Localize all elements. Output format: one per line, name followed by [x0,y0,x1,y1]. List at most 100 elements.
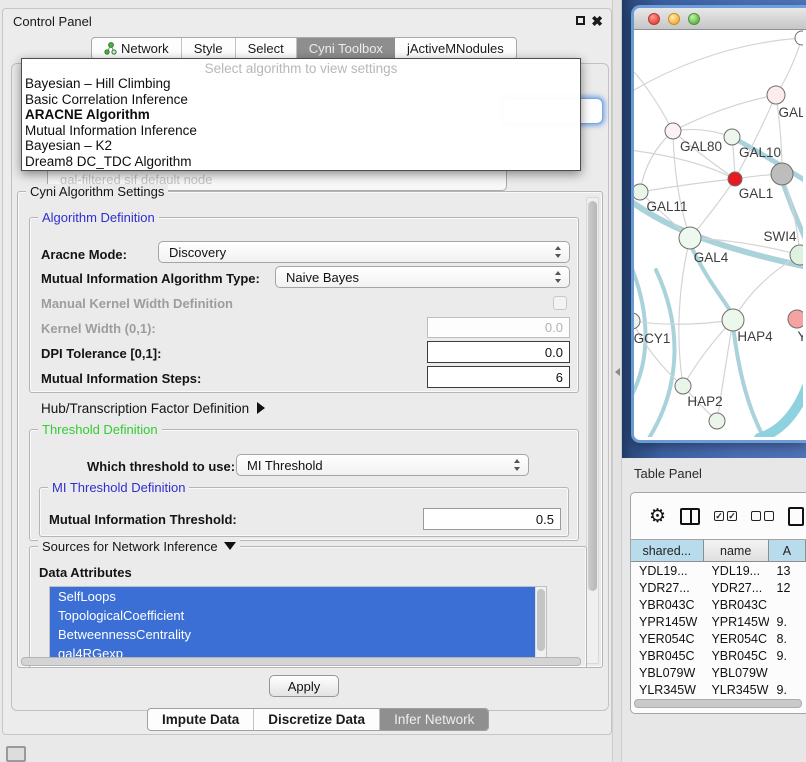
network-node-label: HAP2 [687,394,722,409]
network-window-titlebar[interactable] [634,8,806,30]
application-window: Control Panel ✖ NetworkStyleSelect Cyni T… [0,0,806,762]
network-node[interactable] [795,31,803,45]
network-nodes: GALGAL80GAL10GAL1GAL11SWI4GAL4GCY1HAP4YH… [634,31,803,429]
table-row[interactable]: YER054CYER054C8. [631,630,806,647]
tab-select[interactable]: Select [236,38,297,59]
tab-label: jActiveMNodules [407,41,504,56]
network-node-hap2[interactable] [675,378,691,394]
control-panel-title: Control Panel [13,14,92,29]
settings-scrollbar-thumb[interactable] [588,201,597,591]
tab-network[interactable]: Network [92,38,182,59]
docked-panel-icon[interactable] [6,746,26,762]
attributes-list-scrollbar-thumb[interactable] [537,589,545,651]
table-row[interactable]: YPR145WYPR145W9. [631,613,806,630]
kernel-width-value: 0.0 [545,320,563,335]
mi-threshold-value: 0.5 [536,512,554,527]
network-node[interactable] [709,413,725,429]
network-node-label: GAL1 [739,186,774,201]
network-node-gcy1[interactable] [634,313,640,329]
table-column-header[interactable]: A [769,539,806,562]
attributes-list-scrollbar[interactable] [535,587,546,663]
network-node-gal[interactable] [767,86,785,104]
algorithm-item[interactable]: ARACNE Algorithm [22,107,580,123]
sources-group-title[interactable]: Sources for Network Inference [38,539,240,554]
apply-button[interactable]: Apply [269,675,339,697]
network-view-window[interactable]: GALGAL80GAL10GAL1GAL11SWI4GAL4GCY1HAP4YH… [634,8,806,440]
combo-stepper-icon [514,459,521,471]
control-panel-titlebar: Control Panel ✖ [3,9,611,33]
threshold-definition-title: Threshold Definition [38,422,162,437]
network-node-gal80[interactable] [665,123,681,139]
network-node-gal4[interactable] [679,227,701,249]
mi-threshold-field[interactable]: 0.5 [423,508,561,530]
dpi-tolerance-value: 0.0 [545,345,563,360]
mi-type-combo[interactable]: Naive Bayes [275,266,570,288]
algorithm-item[interactable]: Basic Correlation Inference [22,92,580,108]
table-settings-gear-icon[interactable]: ⚙ [649,507,666,526]
control-panel-tabbar: NetworkStyleSelect Cyni Toolbox jActiveMNo… [91,37,517,60]
bottom-tab-impute-data[interactable]: Impute Data [148,709,254,730]
network-node-label: GAL80 [680,139,722,154]
zoom-traffic-light-icon[interactable] [688,13,700,25]
table-row[interactable]: YBR043CYBR043C [631,596,806,613]
table-panel-box: ⚙ ✓✓ shared...nameA YDL19...YDL19...13YD… [630,492,806,714]
table-panel-title: Table Panel [634,466,702,481]
hub-definition-expander[interactable]: Hub/Transcription Factor Definition [41,401,265,416]
panel-splitter[interactable] [612,0,622,762]
algorithm-item[interactable]: Bayesian – Hill Climbing [22,76,580,92]
kernel-width-field[interactable]: 0.0 [427,317,570,338]
tab-label: Cyni Toolbox [309,41,383,56]
settings-hscrollbar-thumb[interactable] [21,657,581,666]
table-row[interactable]: YDL19...YDL19...13 [631,562,806,579]
mi-steps-field[interactable]: 6 [427,366,570,388]
manual-kernel-checkbox[interactable] [553,296,567,310]
table-cell: YBR043C [631,596,703,613]
bottom-tab-discretize-data[interactable]: Discretize Data [254,709,380,730]
which-threshold-combo[interactable]: MI Threshold [236,454,529,476]
collapse-left-icon[interactable] [615,368,620,376]
algorithm-item[interactable]: Mutual Information Inference [22,123,580,139]
network-node-hap4[interactable] [722,309,744,331]
settings-scrollbar[interactable] [586,197,599,664]
close-traffic-light-icon[interactable] [648,13,660,25]
data-attribute-item[interactable]: BetweennessCentrality [50,625,546,644]
table-row[interactable]: YBR045CYBR045C9. [631,647,806,664]
table-hscrollbar-thumb[interactable] [634,699,802,708]
algorithm-item[interactable]: Bayesian – K2 [22,138,580,154]
table-row[interactable]: YLR345WYLR345W9. [631,681,806,698]
sources-title-text: Sources for Network Inference [42,539,218,554]
table-cell: YDL19... [703,562,768,579]
tab-jactivemnodules[interactable]: jActiveMNodules [395,38,516,59]
split-columns-icon[interactable] [680,508,700,525]
table-column-header[interactable]: shared... [631,539,704,562]
network-node-gal1[interactable] [728,172,742,186]
select-all-columns-icon[interactable]: ✓✓ [714,511,737,521]
table-row[interactable]: YBL079WYBL079W [631,664,806,681]
minimize-traffic-light-icon[interactable] [668,13,680,25]
table-column-header[interactable]: name [704,539,769,562]
network-node-y[interactable] [788,310,803,328]
aracne-mode-combo[interactable]: Discovery [158,241,570,263]
network-node-gal11[interactable] [634,184,648,200]
close-icon[interactable]: ✖ [591,13,603,30]
table-cell: 13 [769,562,806,579]
tab-cyni-toolbox[interactable]: Cyni Toolbox [297,38,395,59]
float-window-icon[interactable] [576,16,585,25]
network-canvas[interactable]: GALGAL80GAL10GAL1GAL11SWI4GAL4GCY1HAP4YH… [634,30,803,437]
new-table-icon[interactable] [788,507,804,526]
algorithm-item[interactable]: Dream8 DC_TDC Algorithm [22,154,580,170]
mi-steps-value: 6 [556,370,563,385]
table-cell: YPR145W [631,613,703,630]
tab-style[interactable]: Style [182,38,236,59]
network-node-label: GAL10 [739,145,781,160]
network-node-gal10[interactable] [724,129,740,145]
dpi-tolerance-field[interactable]: 0.0 [427,341,570,363]
table-cell: YLR345W [703,681,768,698]
network-node[interactable] [771,163,793,185]
bottom-tab-infer-network[interactable]: Infer Network [380,709,488,730]
dpi-tolerance-label: DPI Tolerance [0,1]: [41,346,161,361]
deselect-all-columns-icon[interactable] [751,511,774,521]
data-attribute-item[interactable]: TopologicalCoefficient [50,606,546,625]
data-attribute-item[interactable]: SelfLoops [50,587,546,606]
table-row[interactable]: YDR27...YDR27...12 [631,579,806,596]
